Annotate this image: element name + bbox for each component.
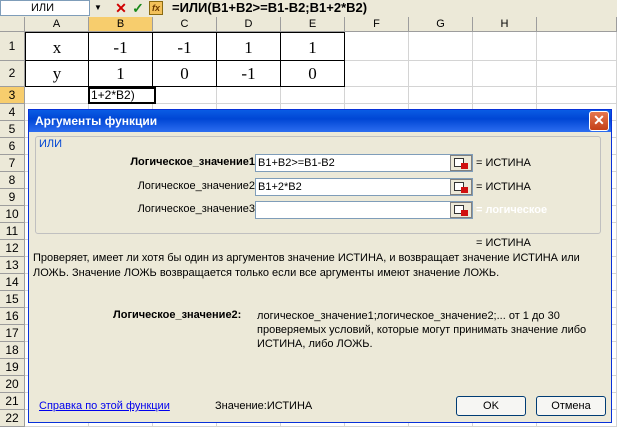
column-header[interactable]: B [89,17,153,32]
row-header[interactable]: 3 [0,87,25,104]
column-header[interactable]: C [153,17,217,32]
value-text: Значение:ИСТИНА [215,400,313,412]
range-select-icon [454,158,468,169]
column-header[interactable]: A [25,17,89,32]
column-header[interactable]: D [217,17,281,32]
data-cell[interactable]: 1 [281,32,345,61]
column-header[interactable]: E [281,17,345,32]
row-header[interactable]: 10 [0,206,25,223]
grid-cell[interactable] [537,61,617,87]
grid-cell[interactable] [217,87,281,104]
row-header[interactable]: 21 [0,393,25,410]
row-header[interactable]: 14 [0,274,25,291]
row-header[interactable]: 2 [0,61,25,87]
grid-cell[interactable] [537,32,617,61]
function-name-label: ИЛИ [39,138,63,150]
arg2-input[interactable]: B1+2*B2 [255,178,473,196]
row-header[interactable]: 20 [0,376,25,393]
column-header[interactable]: H [473,17,537,32]
insert-function-icon[interactable]: fx [149,1,163,15]
grid-cell[interactable] [345,61,409,87]
grid-cell[interactable] [537,87,617,104]
row-header[interactable]: 1 [0,32,25,61]
cancel-entry-icon[interactable]: ✕ [114,0,128,16]
row-header[interactable]: 11 [0,223,25,240]
help-link[interactable]: Справка по этой функции [39,400,170,412]
row-header[interactable]: 12 [0,240,25,257]
data-cell[interactable]: -1 [217,61,281,87]
name-box-dropdown-icon[interactable]: ▼ [93,2,103,14]
arg1-collapse-button[interactable] [450,155,472,171]
row-header[interactable]: 7 [0,155,25,172]
grid-cell[interactable] [409,61,473,87]
function-arguments-dialog: Аргументы функции ✕ ИЛИ Логическое_значе… [28,109,612,423]
row-header[interactable]: 9 [0,189,25,206]
range-select-icon [454,205,468,216]
data-cell[interactable]: 0 [153,61,217,87]
arg1-input[interactable]: B1+B2>=B1-B2 [255,154,473,172]
param-label: Логическое_значение2: [113,309,242,321]
grid-cell[interactable] [473,61,537,87]
data-cell[interactable]: -1 [89,32,153,61]
arg3-collapse-button[interactable] [450,202,472,218]
grid-cell[interactable] [153,87,217,104]
row-header[interactable]: 6 [0,138,25,155]
function-result: = ИСТИНА [476,237,531,249]
name-box[interactable]: ИЛИ [0,0,90,16]
data-cell[interactable]: -1 [153,32,217,61]
grid-cell[interactable] [409,32,473,61]
grid-cell[interactable] [25,87,89,104]
range-select-icon [454,182,468,193]
enter-entry-icon[interactable]: ✓ [131,0,145,16]
formula-text[interactable]: =ИЛИ(B1+B2>=B1-B2;B1+2*B2) [172,0,367,16]
arg2-collapse-button[interactable] [450,179,472,195]
grid-cell[interactable] [473,87,537,104]
data-cell[interactable]: x [25,32,89,61]
cancel-button[interactable]: Отмена [536,396,606,416]
cell-b3-editor[interactable]: 1+2*B2) [88,87,156,104]
data-cell[interactable]: 1 [89,61,153,87]
arg1-result: = ИСТИНА [476,157,531,169]
ok-button[interactable]: OK [456,396,526,416]
row-header[interactable]: 15 [0,291,25,308]
dialog-title[interactable]: Аргументы функции [29,110,611,132]
row-header[interactable]: 22 [0,410,25,427]
arg2-result: = ИСТИНА [476,181,531,193]
row-header[interactable]: 4 [0,104,25,121]
row-header[interactable]: 17 [0,325,25,342]
param-description: логическое_значение1;логическое_значение… [257,310,587,350]
row-header[interactable]: 5 [0,121,25,138]
arg2-label: Логическое_значение2 [137,180,255,192]
select-all-corner[interactable] [0,17,25,32]
row-header[interactable]: 19 [0,359,25,376]
close-icon[interactable]: ✕ [589,111,609,131]
grid-cell[interactable] [473,32,537,61]
column-header[interactable] [537,17,617,32]
arg3-label: Логическое_значение3 [137,203,255,215]
data-cell[interactable]: 0 [281,61,345,87]
arg3-result: = логическое [476,204,548,216]
grid-cell[interactable] [345,32,409,61]
arg1-label: Логическое_значение1 [130,156,255,168]
data-cell[interactable]: 1 [217,32,281,61]
row-header[interactable]: 16 [0,308,25,325]
column-header[interactable]: F [345,17,409,32]
data-cell[interactable]: y [25,61,89,87]
row-header[interactable]: 8 [0,172,25,189]
row-header[interactable]: 13 [0,257,25,274]
arg3-input[interactable] [255,201,473,219]
column-header[interactable]: G [409,17,473,32]
function-description: Проверяет, имеет ли хотя бы один из аргу… [33,252,580,279]
grid-cell[interactable] [409,87,473,104]
row-header[interactable]: 18 [0,342,25,359]
grid-cell[interactable] [281,87,345,104]
grid-cell[interactable] [345,87,409,104]
formula-bar: ИЛИ ▼ ✕ ✓ fx =ИЛИ(B1+B2>=B1-B2;B1+2*B2) [0,0,617,18]
